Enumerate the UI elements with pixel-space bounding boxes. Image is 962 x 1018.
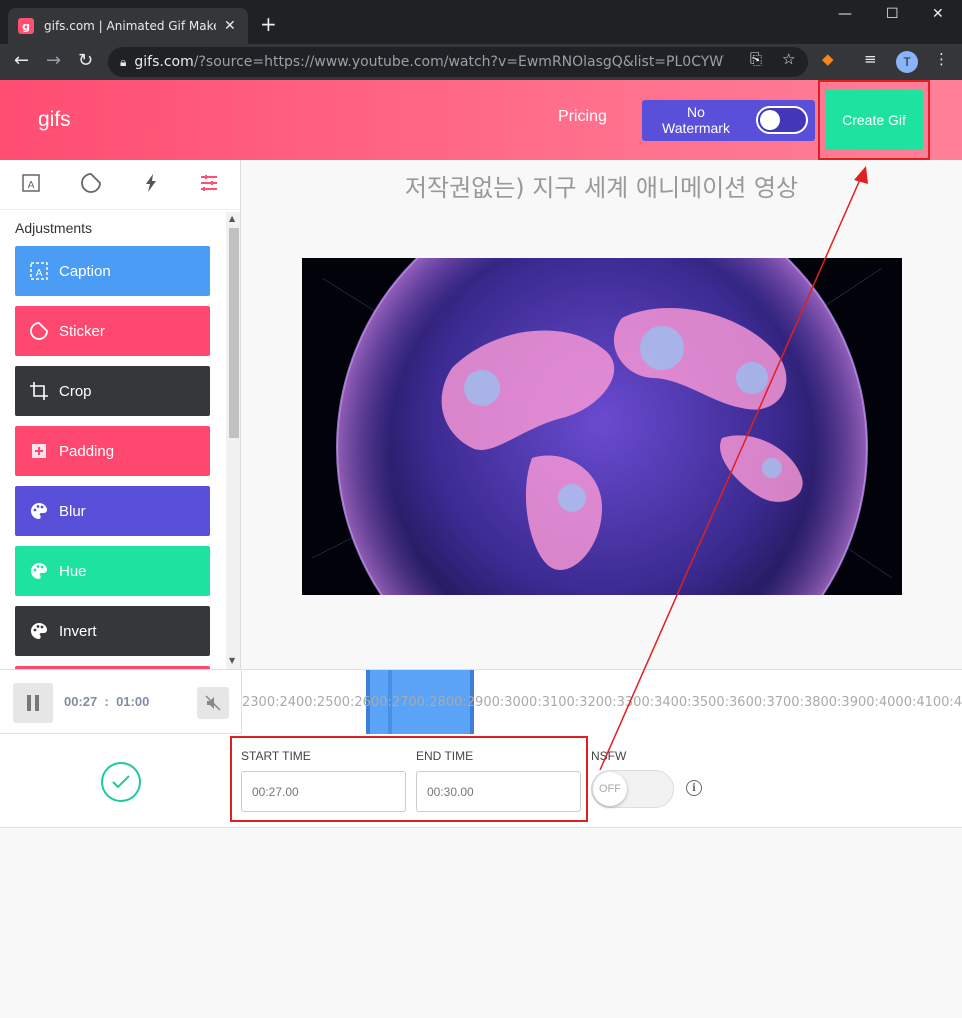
scroll-up-icon[interactable]: ▲ — [229, 214, 235, 223]
mute-button[interactable] — [197, 687, 229, 719]
hue-button[interactable]: Hue — [15, 546, 210, 596]
tab-title: gifs.com | Animated Gif Maker a — [44, 19, 216, 33]
pause-button[interactable] — [13, 683, 53, 723]
video-title: 저작권없는) 지구 세계 애니메이션 영상 — [404, 174, 799, 202]
address-bar[interactable]: 🔒︎ gifs.com/?source=https://www.youtube.… — [108, 47, 808, 77]
scroll-thumb[interactable] — [229, 228, 239, 438]
svg-text:A: A — [28, 180, 35, 191]
gifs-logo[interactable]: gifs — [38, 108, 71, 132]
palette-icon — [29, 621, 49, 641]
caption-tab-icon[interactable]: A — [20, 172, 44, 196]
timeline-bar: 00:27 : 01:00 2300:2400:2500:2600:2700:2… — [0, 669, 962, 735]
checkmark-icon — [112, 775, 130, 789]
browser-tab[interactable]: g gifs.com | Animated Gif Maker a ✕ — [8, 8, 248, 44]
no-watermark-toggle-button[interactable]: No Watermark — [642, 100, 815, 141]
blur-label: Blur — [59, 502, 86, 520]
padding-button[interactable]: Padding — [15, 426, 210, 476]
pause-icon — [27, 695, 39, 711]
url-text: gifs.com/?source=https://www.youtube.com… — [134, 54, 724, 70]
toggle-knob — [760, 110, 780, 130]
confirm-button[interactable] — [101, 762, 141, 802]
palette-icon — [29, 561, 49, 581]
create-gif-annotation-box — [818, 80, 930, 160]
playback-time: 00:27 : 01:00 — [64, 694, 150, 709]
sticker-tab-icon[interactable] — [80, 172, 104, 196]
lock-icon: 🔒︎ — [120, 54, 127, 69]
forward-icon[interactable]: → — [46, 50, 61, 71]
timeline-track[interactable]: 2300:2400:2500:2600:2700:2800:2900:3000:… — [241, 670, 962, 735]
pricing-link[interactable]: Pricing — [558, 108, 607, 126]
gifs-favicon-icon: g — [18, 18, 34, 34]
back-icon[interactable]: ← — [14, 50, 29, 71]
nsfw-label: NSFW — [591, 749, 627, 763]
sticker-button[interactable]: Sticker — [15, 306, 210, 356]
close-tab-icon[interactable]: ✕ — [224, 18, 236, 34]
crop-label: Crop — [59, 382, 92, 400]
caption-label: Caption — [59, 262, 111, 280]
reload-icon[interactable]: ↻ — [78, 50, 93, 71]
blur-button[interactable]: Blur — [15, 486, 210, 536]
nsfw-toggle-knob: OFF — [593, 772, 627, 806]
sidebar: A Adjustments A Caption Sticker Crop Pad… — [0, 160, 241, 670]
earth-globe-image — [302, 258, 902, 595]
sticker-icon — [29, 321, 49, 341]
sidebar-tabs: A — [0, 160, 240, 210]
video-preview[interactable] — [302, 258, 902, 595]
invert-button[interactable]: Invert — [15, 606, 210, 656]
adjustments-heading: Adjustments — [15, 220, 93, 236]
sidebar-scrollbar[interactable]: ▲ ▼ — [226, 212, 240, 670]
browser-toolbar: ← → ↻ 🔒︎ gifs.com/?source=https://www.yo… — [0, 44, 962, 80]
crop-button[interactable]: Crop — [15, 366, 210, 416]
maximize-icon[interactable]: ☐ — [886, 6, 899, 22]
time-fields-annotation-box — [230, 736, 588, 822]
translate-icon[interactable]: ⎘ — [750, 50, 762, 68]
caption-icon: A — [29, 261, 49, 281]
palette-icon — [29, 501, 49, 521]
browser-tabbar: g gifs.com | Animated Gif Maker a ✕ + — … — [0, 0, 962, 44]
svg-text:A: A — [36, 268, 43, 279]
metamask-extension-icon[interactable]: ◆ — [822, 50, 834, 68]
nsfw-toggle[interactable]: OFF — [591, 770, 674, 808]
invert-label: Invert — [59, 622, 97, 640]
media-playlist-icon[interactable]: ≡ — [864, 50, 877, 68]
timeline-ticks: 2300:2400:2500:2600:2700:2800:2900:3000:… — [242, 695, 962, 710]
mute-icon — [205, 695, 221, 711]
no-watermark-label: No Watermark — [662, 104, 730, 136]
padding-icon — [29, 441, 49, 461]
crop-icon — [29, 381, 49, 401]
scroll-down-icon[interactable]: ▼ — [229, 656, 235, 665]
info-icon[interactable]: i — [686, 780, 702, 796]
new-tab-button[interactable]: + — [260, 12, 277, 36]
sticker-label: Sticker — [59, 322, 105, 340]
adjustments-tab-icon[interactable] — [198, 172, 222, 196]
padding-label: Padding — [59, 442, 115, 460]
bookmark-star-icon[interactable]: ☆ — [782, 50, 795, 68]
hue-label: Hue — [59, 562, 87, 580]
minimize-icon[interactable]: — — [838, 6, 852, 22]
close-window-icon[interactable]: ✕ — [932, 6, 944, 22]
caption-button[interactable]: A Caption — [15, 246, 210, 296]
menu-kebab-icon[interactable]: ⋮ — [934, 50, 949, 68]
no-watermark-toggle[interactable] — [756, 106, 808, 134]
profile-avatar[interactable]: T — [896, 51, 918, 73]
lightning-tab-icon[interactable] — [140, 172, 164, 196]
